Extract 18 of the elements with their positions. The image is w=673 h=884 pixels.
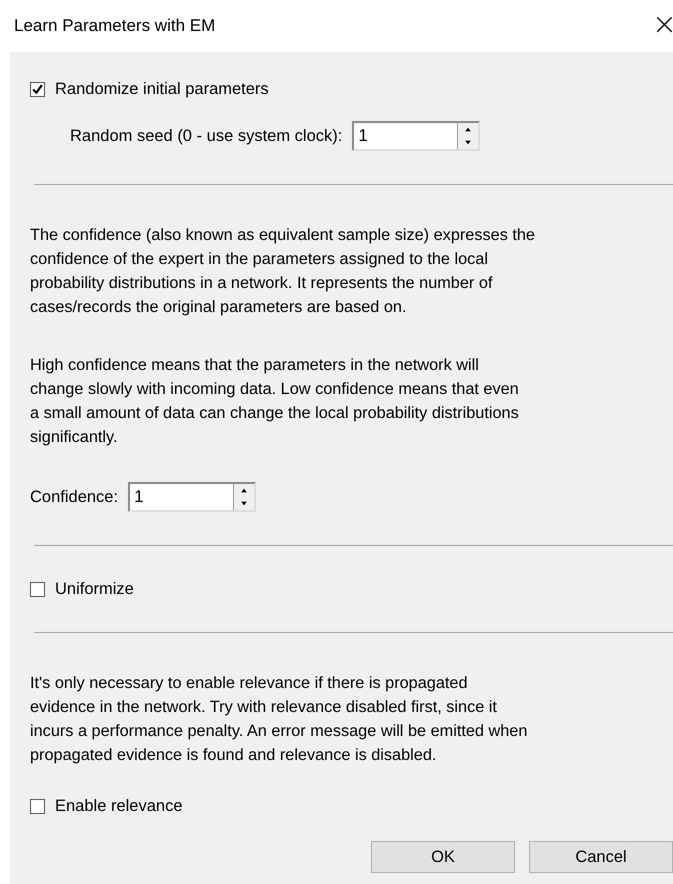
checkbox-label[interactable]: Enable relevance — [55, 796, 183, 816]
description-text: High confidence means that the parameters in the network will change slowly with incoming data. Low confidence means that even a small amount of data can change the local probability distributions significantly. — [30, 355, 520, 448]
check-icon — [31, 82, 44, 96]
close-button[interactable]: × — [652, 6, 673, 46]
checkbox-label[interactable]: Uniformize — [55, 580, 134, 598]
window-title: Learn Parameters with EM — [14, 16, 216, 36]
field-label: Random seed (0 - use system clock): — [70, 126, 342, 146]
checkbox[interactable] — [30, 582, 45, 596]
dialog-button[interactable]: OK — [371, 841, 515, 873]
checkbox[interactable] — [30, 798, 45, 814]
checkbox-label[interactable]: Randomize initial parameters — [55, 80, 269, 98]
checkbox[interactable] — [30, 82, 45, 96]
dialog-button[interactable]: Cancel — [529, 841, 673, 873]
description-text: The confidence (also known as equivalent sample size) expresses the confidence of the expert in the parameters assigned to the local probability distributions in a network. It represents the number of cases/records the original parameters are based on. — [30, 225, 536, 318]
field-label: Confidence: — [30, 488, 118, 506]
spin-field[interactable]: 1 — [352, 121, 480, 151]
spin-field[interactable]: 1 — [128, 482, 256, 512]
description-text: It's only necessary to enable relevance if there is propagated evidence in the network. Try with relevance disabled first, since it incurs a performance penalty. An error message will be emitted when propagated evidence is found and relevance is disabled. — [30, 673, 528, 766]
